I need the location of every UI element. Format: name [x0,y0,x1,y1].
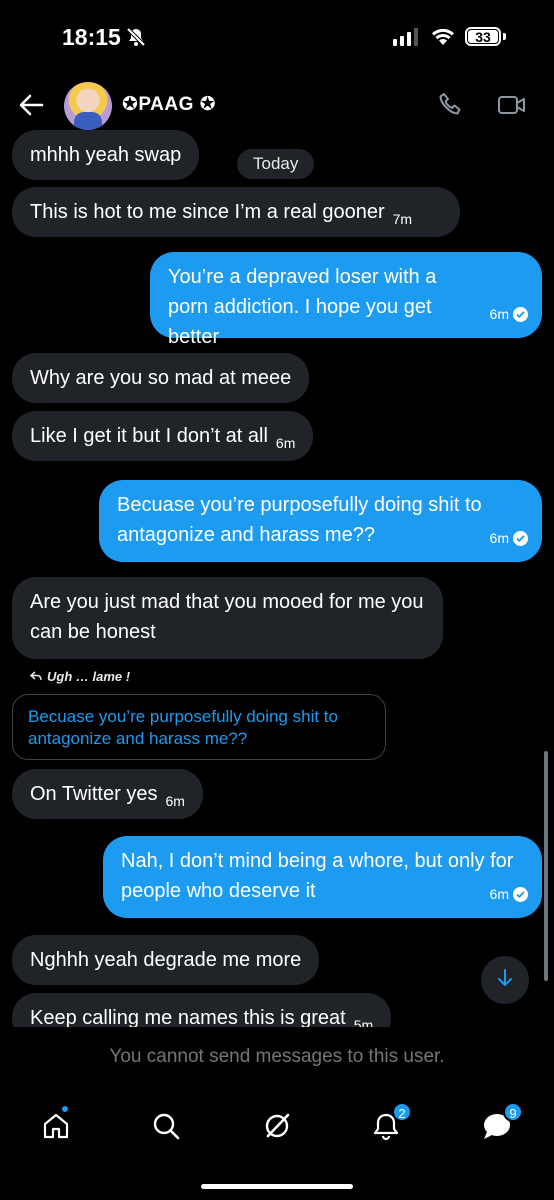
message-text: Nah, I don’t mind being a whore, but onl… [121,850,514,902]
check-icon [513,530,528,546]
video-icon[interactable] [497,94,527,121]
chat-header: ✪PAAG ✪ [0,74,554,134]
message-meta: 6m [490,523,528,553]
date-separator: Today [237,149,315,179]
phone-icon[interactable] [438,92,464,123]
message-time: 5m [353,1017,374,1027]
battery-tip [503,33,506,40]
message-outgoing[interactable]: Becuase you’re purposefully doing shit t… [99,480,542,562]
message-text: Why are you so mad at meee [30,367,292,389]
nav-notifications[interactable]: 2 [366,1102,412,1148]
message-incoming[interactable]: Are you just mad that you mooed for me y… [12,577,443,659]
bell-off-icon [126,27,146,52]
message-time: 6m [489,530,509,546]
home-indicator [201,1184,353,1189]
message-incoming[interactable]: mhhh yeah swap [12,130,200,180]
check-icon [513,886,528,902]
nav-grok[interactable] [257,1108,297,1148]
message-incoming[interactable]: This is hot to me since I’m a real goone… [12,187,460,237]
battery-indicator: 33 [465,27,501,46]
message-list[interactable]: mhhh yeah swap Today This is hot to me s… [0,130,554,1027]
cellular-signal-icon [393,28,418,46]
messages-badge: 9 [503,1102,523,1122]
message-text: Keep calling me names this is great [30,1007,346,1027]
status-time: 18:15 [62,24,121,50]
back-arrow-icon[interactable] [18,92,44,123]
status-bar: 18:15 33 [0,0,554,74]
grok-icon [262,1111,292,1146]
reply-label-text: Ugh … lame ! [47,669,131,684]
message-incoming[interactable]: On Twitter yes 6m [12,769,203,819]
message-time: 6m [489,886,509,902]
message-outgoing[interactable]: You’re a depraved loser with a porn addi… [150,252,542,348]
message-outgoing[interactable]: Nah, I don’t mind being a whore, but onl… [103,836,542,918]
reply-label: Ugh … lame ! [29,669,131,684]
message-time: 7m [392,211,413,227]
home-icon [41,1111,71,1146]
home-notification-dot [60,1104,70,1114]
nav-messages[interactable]: 9 [477,1102,523,1148]
message-text: Nghhh yeah degrade me more [30,949,302,971]
reply-quote[interactable]: Becuase you’re purposefully doing shit t… [12,694,386,760]
message-incoming[interactable]: Like I get it but I don’t at all 6m [12,411,314,461]
message-text: Are you just mad that you mooed for me y… [30,591,424,643]
reply-quote-text: Becuase you’re purposefully doing shit t… [28,707,338,748]
message-text: Like I get it but I don’t at all [30,425,268,447]
message-text: Becuase you’re purposefully doing shit t… [117,494,482,546]
scrollbar[interactable] [544,751,548,981]
message-incoming[interactable]: Keep calling me names this is great 5m [12,993,392,1027]
battery-level: 33 [475,28,491,45]
notifications-badge: 2 [392,1102,412,1122]
scroll-to-bottom-button[interactable] [481,956,529,1004]
search-icon [151,1111,181,1146]
message-text: You’re a depraved loser with a porn addi… [168,266,437,348]
message-incoming[interactable]: Nghhh yeah degrade me more [12,935,320,985]
message-text: On Twitter yes [30,783,158,805]
wifi-icon [430,26,456,51]
bottom-nav: 2 9 [0,1098,554,1158]
message-text: mhhh yeah swap [30,144,182,166]
message-text: This is hot to me since I’m a real goone… [30,201,385,223]
nav-search[interactable] [146,1108,186,1148]
blocked-notice: You cannot send messages to this user. [109,1046,445,1067]
message-time: 6m [275,435,296,451]
contact-avatar[interactable] [64,82,112,130]
message-time: 6m [165,793,185,809]
message-meta: 6m [490,879,528,909]
message-time: 6m [489,306,509,322]
arrow-down-icon [497,968,513,992]
check-icon [513,306,528,322]
nav-home[interactable] [36,1104,76,1148]
contact-name[interactable]: ✪PAAG ✪ [122,93,216,116]
message-incoming[interactable]: Why are you so mad at meee [12,353,310,403]
message-meta: 6m [490,299,528,329]
reply-icon [29,669,42,684]
